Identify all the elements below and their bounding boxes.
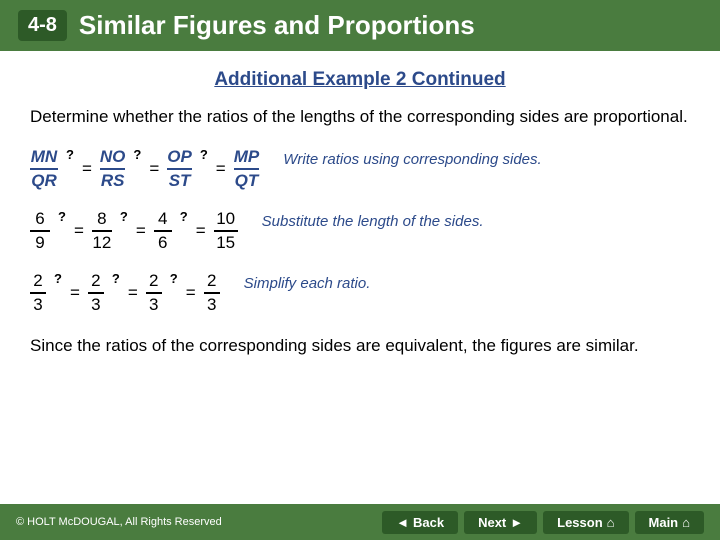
step2-block: 6 9 ? = 8 12 ? = 4 6 ? =	[30, 209, 690, 253]
lesson-badge: 4-8	[18, 10, 67, 41]
fraction-4-6: 4 6	[154, 209, 172, 253]
fraction-no-rs: NO RS	[100, 147, 126, 191]
step1-explanation: Write ratios using corresponding sides.	[283, 147, 690, 168]
fraction-2-3-d: 2 3	[204, 271, 220, 315]
footer-buttons: ◄ Back Next ► Lesson ⌂ Main ⌂	[382, 511, 704, 534]
lesson-home-icon: ⌂	[607, 515, 615, 530]
fraction-2-3-b: 2 3	[88, 271, 104, 315]
step1-math: MN QR ? = NO RS ? = OP ST ? =	[30, 147, 259, 191]
fraction-mn-qr: MN QR	[30, 147, 58, 191]
lesson-button[interactable]: Lesson ⌂	[543, 511, 628, 534]
conclusion: Since the ratios of the corresponding si…	[30, 333, 690, 359]
fraction-op-st: OP ST	[167, 147, 192, 191]
section-title: Additional Example 2 Continued	[30, 69, 690, 91]
step2-math: 6 9 ? = 8 12 ? = 4 6 ? =	[30, 209, 238, 253]
back-button[interactable]: ◄ Back	[382, 511, 458, 534]
fraction-2-3-c: 2 3	[146, 271, 162, 315]
step2-explanation: Substitute the length of the sides.	[262, 209, 690, 230]
main-button[interactable]: Main ⌂	[635, 511, 704, 534]
fraction-6-9: 6 9	[30, 209, 50, 253]
fraction-8-12: 8 12	[92, 209, 112, 253]
description: Determine whether the ratios of the leng…	[30, 105, 690, 129]
main-icon: ⌂	[682, 515, 690, 530]
copyright: © HOLT McDOUGAL, All Rights Reserved	[16, 516, 222, 528]
step3-explanation: Simplify each ratio.	[244, 271, 690, 292]
back-arrow-icon: ◄	[396, 515, 409, 530]
step3-block: 2 3 ? = 2 3 ? = 2 3 ? =	[30, 271, 690, 315]
fraction-2-3-a: 2 3	[30, 271, 46, 315]
header-title: Similar Figures and Proportions	[79, 10, 475, 41]
step1-block: MN QR ? = NO RS ? = OP ST ? =	[30, 147, 690, 191]
fraction-mp-qt: MP QT	[234, 147, 260, 191]
next-button[interactable]: Next ►	[464, 511, 537, 534]
header: 4-8 Similar Figures and Proportions	[0, 0, 720, 51]
footer: © HOLT McDOUGAL, All Rights Reserved ◄ B…	[0, 504, 720, 540]
main-content: Additional Example 2 Continued Determine…	[0, 51, 720, 368]
step3-math: 2 3 ? = 2 3 ? = 2 3 ? =	[30, 271, 220, 315]
next-arrow-icon: ►	[510, 515, 523, 530]
fraction-10-15: 10 15	[214, 209, 238, 253]
